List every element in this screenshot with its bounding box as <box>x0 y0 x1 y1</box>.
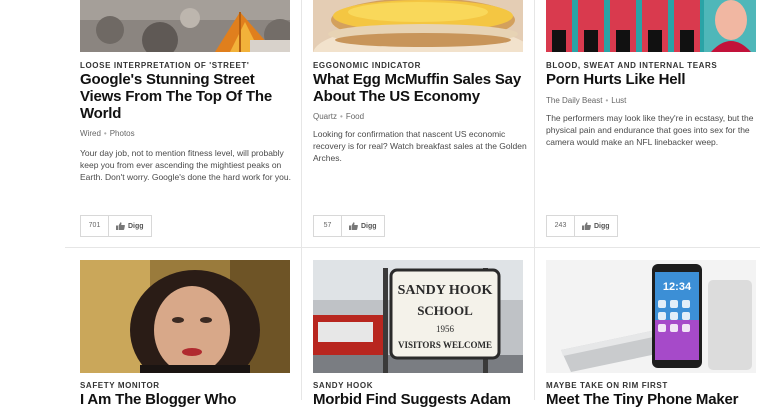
digg-button[interactable]: Digg <box>342 216 384 236</box>
digg-widget: 701 Digg <box>80 215 152 237</box>
story-kicker: BLOOD, SWEAT AND INTERNAL TEARS <box>546 61 718 70</box>
story-kicker: SAFETY MONITOR <box>80 381 160 390</box>
story-kicker: LOOSE INTERPRETATION OF 'STREET' <box>80 61 250 70</box>
story-thumbnail[interactable]: SANDY HOOK SCHOOL 1956 VISITORS WELCOME <box>313 260 523 373</box>
story-source[interactable]: Wired <box>80 129 101 138</box>
story-category[interactable]: Photos <box>110 129 135 138</box>
story-thumbnail[interactable]: 12:34 <box>546 260 756 373</box>
digg-widget: 243 Digg <box>546 215 618 237</box>
story-thumbnail[interactable] <box>313 0 523 52</box>
digg-button[interactable]: Digg <box>109 216 151 236</box>
meta-separator: • <box>340 112 343 121</box>
digg-label: Digg <box>361 222 377 230</box>
story-source[interactable]: Quartz <box>313 112 337 121</box>
story-thumbnail[interactable] <box>546 0 756 52</box>
photo-strip-image <box>546 0 756 52</box>
story-description: Your day job, not to mention fitness lev… <box>80 148 291 182</box>
mountain-tent-image <box>80 0 290 52</box>
thumbs-up-icon <box>116 222 125 230</box>
column-divider <box>301 0 302 400</box>
sign-line-4: VISITORS WELCOME <box>398 340 492 350</box>
story-headline[interactable]: Google's Stunning Street Views From The … <box>80 71 292 122</box>
meta-separator: • <box>605 96 609 105</box>
story-card[interactable]: SAFETY MONITOR I Am The Blogger Who <box>80 260 290 408</box>
story-headline[interactable]: What Egg McMuffin Sales Say About The US… <box>313 71 525 105</box>
story-thumbnail[interactable] <box>80 0 290 52</box>
story-kicker: SANDY HOOK <box>313 381 374 390</box>
row-divider <box>65 247 760 248</box>
column-divider <box>534 0 535 400</box>
story-source[interactable]: The Daily Beast <box>546 96 602 105</box>
meta-separator: • <box>103 129 107 138</box>
story-card[interactable]: EGGONOMIC INDICATOR What Egg McMuffin Sa… <box>313 0 527 247</box>
story-category[interactable]: Lust <box>611 96 626 105</box>
story-meta: Quartz • Food <box>313 112 364 121</box>
digg-button[interactable]: Digg <box>575 216 617 236</box>
sandy-hook-sign-image: SANDY HOOK SCHOOL 1956 VISITORS WELCOME <box>313 260 523 373</box>
thumbs-up-icon <box>349 222 358 230</box>
story-card[interactable]: BLOOD, SWEAT AND INTERNAL TEARS Porn Hur… <box>546 0 756 247</box>
digg-label: Digg <box>128 222 144 230</box>
story-description: Looking for confirmation that nascent US… <box>313 129 527 163</box>
egg-mcmuffin-image <box>313 0 523 52</box>
thumbs-up-icon <box>582 222 591 230</box>
digg-count: 57 <box>314 216 342 236</box>
story-headline[interactable]: Porn Hurts Like Hell <box>546 71 758 88</box>
digg-widget: 57 Digg <box>313 215 385 237</box>
story-card[interactable]: 12:34 MAYBE TAKE ON RIM FIRST Meet The T… <box>546 260 756 408</box>
story-thumbnail[interactable] <box>80 260 290 373</box>
digg-count: 701 <box>81 216 109 236</box>
phone-clock-text: 12:34 <box>663 281 692 293</box>
story-meta: Wired • Photos <box>80 129 135 138</box>
story-meta: The Daily Beast • Lust <box>546 96 626 105</box>
phone-product-image: 12:34 <box>546 260 756 373</box>
blogger-portrait-image <box>80 260 290 373</box>
sign-line-3: 1956 <box>436 324 455 334</box>
story-description: The performers may look like they're in … <box>546 113 754 147</box>
sign-line-1: SANDY HOOK <box>398 283 493 298</box>
digg-label: Digg <box>594 222 610 230</box>
sign-line-2: SCHOOL <box>417 303 473 318</box>
story-category[interactable]: Food <box>346 112 364 121</box>
story-kicker: EGGONOMIC INDICATOR <box>313 61 421 70</box>
story-card[interactable]: LOOSE INTERPRETATION OF 'STREET' Google'… <box>80 0 292 247</box>
digg-count: 243 <box>547 216 575 236</box>
story-card[interactable]: SANDY HOOK SCHOOL 1956 VISITORS WELCOME … <box>313 260 523 408</box>
story-kicker: MAYBE TAKE ON RIM FIRST <box>546 381 668 390</box>
